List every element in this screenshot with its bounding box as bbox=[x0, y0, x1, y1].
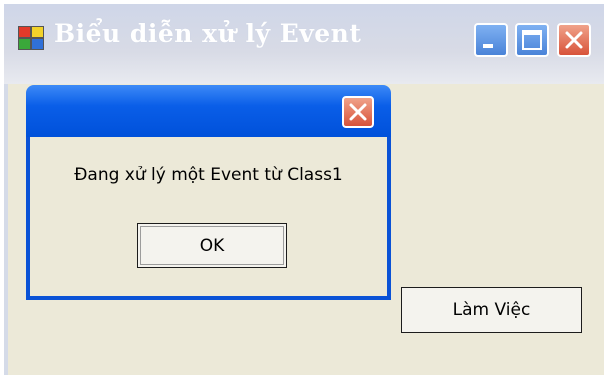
lam-viec-button[interactable]: Làm Việc bbox=[401, 287, 582, 333]
maximize-button[interactable] bbox=[515, 23, 549, 57]
message-dialog: Đang xử lý một Event từ Class1 OK bbox=[26, 85, 391, 300]
dialog-message: Đang xử lý một Event từ Class1 bbox=[74, 165, 343, 185]
title-bar[interactable]: Biểu diễn xử lý Event bbox=[4, 4, 604, 84]
dialog-body bbox=[26, 137, 391, 300]
maximize-icon bbox=[522, 30, 542, 50]
minimize-button[interactable] bbox=[474, 23, 508, 57]
window-title: Biểu diễn xử lý Event bbox=[54, 19, 362, 48]
app-icon[interactable] bbox=[18, 26, 46, 52]
ok-button[interactable]: OK bbox=[137, 223, 287, 268]
dialog-title-bar[interactable] bbox=[26, 85, 391, 137]
close-icon bbox=[349, 103, 367, 121]
dialog-close-button[interactable] bbox=[342, 96, 374, 128]
close-button[interactable] bbox=[557, 23, 591, 57]
window-border bbox=[4, 84, 8, 375]
minimize-icon bbox=[483, 44, 493, 48]
ok-button-label: OK bbox=[199, 235, 225, 256]
close-icon bbox=[565, 31, 583, 49]
